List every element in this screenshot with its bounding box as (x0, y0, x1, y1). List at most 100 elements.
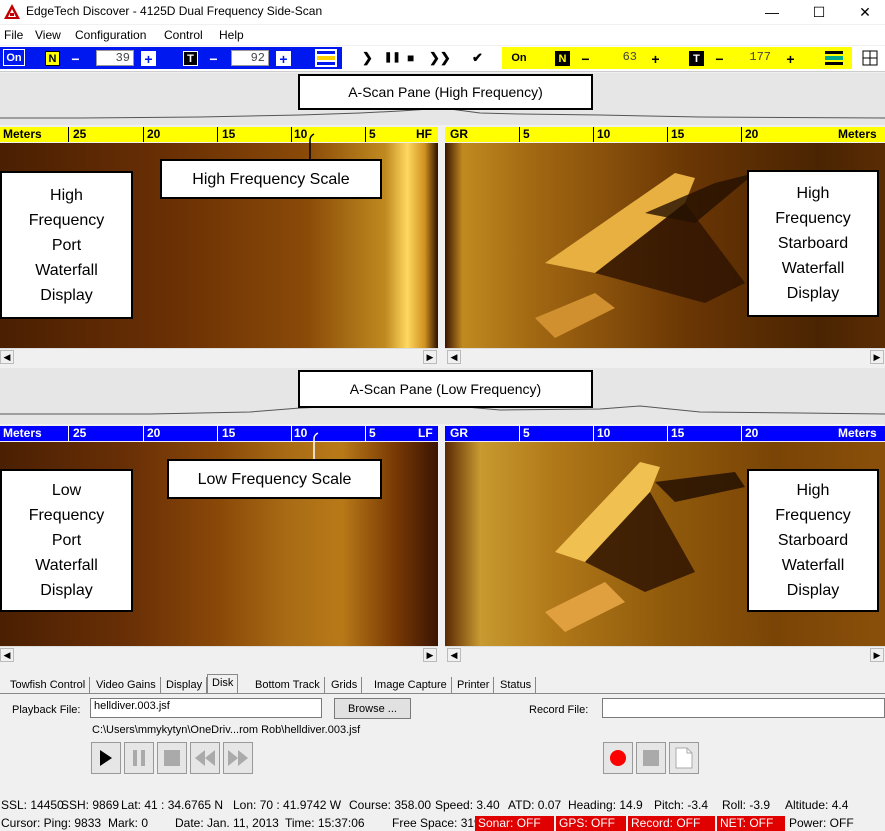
play-button[interactable] (91, 742, 121, 774)
lf-port-tag: LF (418, 426, 433, 440)
scroll-right-icon[interactable]: ▶ (870, 648, 884, 662)
hf-port-callout: High Frequency Port Waterfall Display (0, 171, 133, 319)
tab-status[interactable]: Status (496, 677, 537, 693)
hf-port-tick: 20 (147, 127, 161, 141)
scroll-left-icon[interactable]: ◀ (447, 350, 461, 364)
menu-file[interactable]: File (4, 28, 23, 42)
pause-icon[interactable] (124, 742, 154, 774)
close-button[interactable]: ✕ (842, 0, 885, 24)
status-heading: Heading: 14.9 (568, 798, 643, 812)
scroll-right-icon[interactable]: ▶ (870, 350, 884, 364)
lf-stbd-unit: Meters (838, 426, 877, 440)
grid-layout-icon[interactable] (862, 50, 878, 66)
hf-port-tag: HF (416, 127, 432, 141)
status-lon: Lon: 70 : 41.9742 W (233, 798, 342, 812)
lf-display-icon[interactable] (823, 49, 845, 67)
tab-grids[interactable]: Grids (327, 677, 363, 693)
stop-icon[interactable] (157, 742, 187, 774)
record-file-input[interactable] (602, 698, 885, 718)
lf-port-scale: Meters 25 20 15 10 5 LF (0, 426, 438, 441)
tab-printer[interactable]: Printer (453, 677, 495, 693)
status-roll: Roll: -3.9 (722, 798, 771, 812)
ascan-pane-high: A-Scan Pane (High Frequency) (0, 73, 885, 125)
hf-scale-leader (309, 133, 315, 160)
tab-strip: Towfish Control Video Gains Display Disk… (0, 674, 885, 694)
hf-on-button[interactable]: On (3, 49, 25, 66)
hf-t-value[interactable]: 92 (231, 50, 269, 66)
tab-image-capture[interactable]: Image Capture (370, 677, 452, 693)
status-mark: Mark: 0 (108, 816, 149, 830)
fast-forward-icon[interactable] (223, 742, 253, 774)
hf-stbd-scrollbar[interactable]: ◀ ▶ (445, 348, 885, 364)
lf-stbd-tick: 10 (597, 426, 611, 440)
menu-control[interactable]: Control (164, 28, 203, 42)
hf-stbd-unit: Meters (838, 127, 877, 141)
status-atd: ATD: 0.07 (508, 798, 562, 812)
rewind-icon[interactable] (190, 742, 220, 774)
lf-stbd-tick: 5 (523, 426, 530, 440)
ascan-high-label: A-Scan Pane (High Frequency) (298, 74, 593, 110)
status-speed: Speed: 3.40 (435, 798, 500, 812)
scroll-left-icon[interactable]: ◀ (0, 350, 14, 364)
scroll-left-icon[interactable]: ◀ (0, 648, 14, 662)
maximize-button[interactable]: ☐ (796, 0, 842, 24)
lf-stbd-scrollbar[interactable]: ◀ ▶ (445, 646, 885, 662)
hf-display-icon[interactable] (315, 49, 337, 67)
playback-file-input[interactable]: helldiver.003.jsf (90, 698, 322, 718)
lf-t-plus-button[interactable]: + (783, 51, 798, 67)
status-time: Time: 15:37:06 (285, 816, 365, 830)
playback-path: C:\Users\mmykytyn\OneDriv...rom Rob\hell… (92, 724, 361, 736)
tab-disk[interactable]: Disk (207, 674, 239, 694)
status-power: Power: OFF (789, 816, 854, 830)
lf-port-tick: 10 (294, 426, 308, 440)
lf-t-minus-button[interactable]: − (712, 51, 727, 67)
status-pitch: Pitch: -3.4 (654, 798, 709, 812)
lf-n-plus-button[interactable]: + (648, 51, 663, 67)
hf-port-tick: 25 (73, 127, 87, 141)
scroll-right-icon[interactable]: ▶ (423, 350, 437, 364)
hf-t-plus-button[interactable]: + (276, 51, 291, 67)
record-icon[interactable] (603, 742, 633, 774)
tab-display[interactable]: Display (162, 677, 208, 693)
hf-n-plus-button[interactable]: + (141, 51, 156, 67)
browse-button[interactable]: Browse ... (334, 698, 411, 719)
hf-port-scrollbar[interactable]: ◀ ▶ (0, 348, 438, 364)
fast-forward-button[interactable]: ❯❯ (429, 50, 451, 66)
status-gps-badge: GPS: OFF (556, 816, 626, 831)
hf-t-label: T (183, 51, 198, 66)
new-file-icon[interactable] (669, 742, 699, 774)
check-button[interactable]: ✔ (472, 50, 483, 66)
pause-button[interactable]: ❚❚ (384, 52, 401, 63)
stop-button[interactable]: ■ (407, 51, 414, 65)
menu-configuration[interactable]: Configuration (75, 28, 146, 42)
lf-n-value[interactable]: 63 (593, 50, 641, 66)
lf-on-button[interactable]: On (508, 49, 530, 66)
status-cursor-ping: Cursor: Ping: 9833 (1, 816, 102, 830)
hf-n-minus-button[interactable]: − (68, 51, 83, 67)
status-course: Course: 358.00 (349, 798, 432, 812)
hf-n-value[interactable]: 39 (96, 50, 134, 66)
tab-video-gains[interactable]: Video Gains (92, 677, 161, 693)
scroll-right-icon[interactable]: ▶ (423, 648, 437, 662)
minimize-button[interactable]: — (749, 0, 795, 24)
hf-stbd-tick: 15 (671, 127, 685, 141)
hf-stbd-tag: GR (450, 127, 468, 141)
hf-stbd-callout: High Frequency Starboard Waterfall Display (747, 170, 879, 317)
lf-port-scrollbar[interactable]: ◀ ▶ (0, 646, 438, 662)
play-forward-button[interactable]: ❯ (362, 50, 373, 66)
tab-bottom-track[interactable]: Bottom Track (251, 677, 325, 693)
record-stop-icon[interactable] (636, 742, 666, 774)
menu-view[interactable]: View (35, 28, 61, 42)
edgetech-logo-icon (4, 4, 20, 19)
hf-t-minus-button[interactable]: − (206, 51, 221, 67)
scroll-left-icon[interactable]: ◀ (447, 648, 461, 662)
lf-port-unit: Meters (3, 426, 42, 440)
lf-t-value[interactable]: 177 (727, 50, 775, 66)
hf-port-unit: Meters (3, 127, 42, 141)
tab-towfish-control[interactable]: Towfish Control (6, 677, 91, 693)
hf-scale-callout: High Frequency Scale (160, 159, 382, 199)
hf-stbd-tick: 10 (597, 127, 611, 141)
record-file-label: Record File: (529, 704, 589, 716)
menu-help[interactable]: Help (219, 28, 244, 42)
lf-n-minus-button[interactable]: − (578, 51, 593, 67)
